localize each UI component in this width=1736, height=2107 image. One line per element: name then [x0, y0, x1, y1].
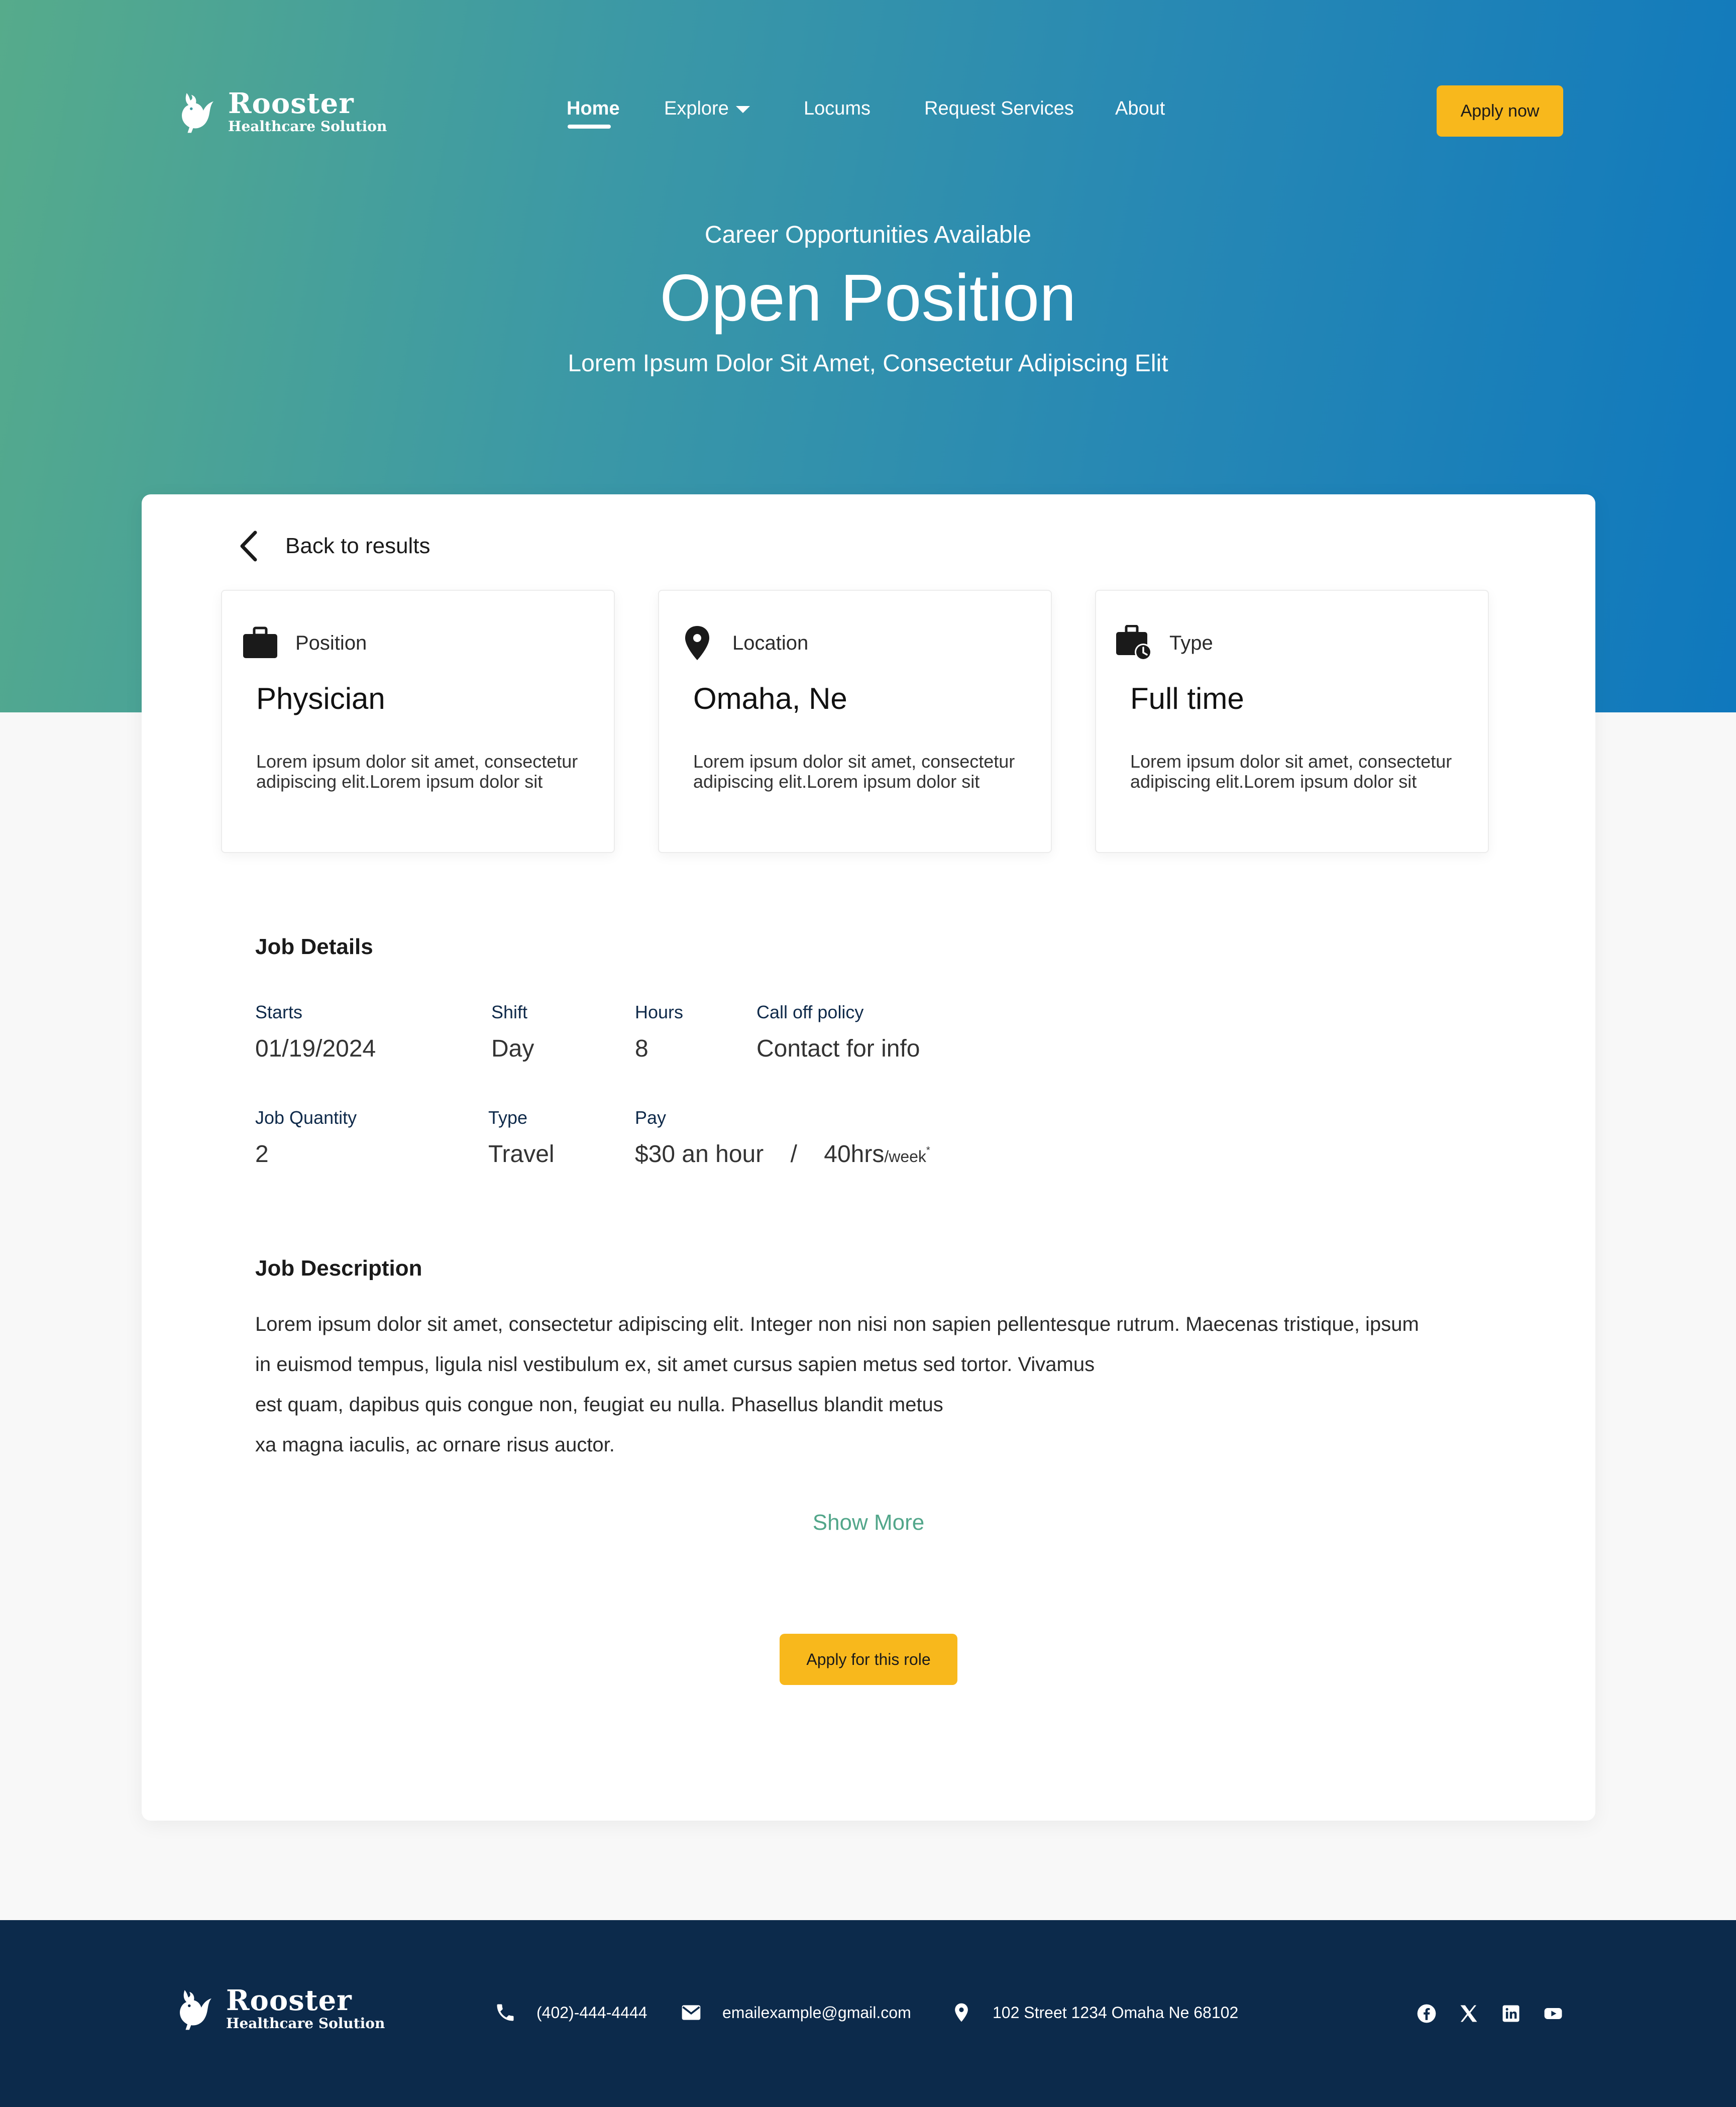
description-line: in euismod tempus, ligula nisl vestibulu…: [255, 1353, 1095, 1376]
job-description-title: Job Description: [255, 1256, 422, 1281]
pay-separator: /: [790, 1141, 797, 1168]
position-desc: Lorem ipsum dolor sit amet, consectetur …: [256, 751, 578, 792]
job-details-title: Job Details: [255, 934, 373, 959]
job-type-value: Travel: [488, 1141, 555, 1168]
chevron-down-icon: [735, 106, 750, 113]
x-icon[interactable]: [1458, 2003, 1480, 2025]
starts-value: 01/19/2024: [255, 1035, 376, 1062]
call-off-policy-value: Contact for info: [756, 1035, 920, 1062]
position-card: Position Physician Lorem ipsum dolor sit…: [221, 590, 615, 853]
location-desc: Lorem ipsum dolor sit amet, consectetur …: [693, 751, 1015, 792]
facebook-icon[interactable]: [1416, 2003, 1438, 2025]
youtube-icon[interactable]: [1542, 2003, 1564, 2025]
back-label: Back to results: [285, 534, 430, 558]
hero-subtitle: Lorem Ipsum Dolor Sit Amet, Consectetur …: [568, 350, 1168, 377]
show-more-label: Show More: [812, 1510, 925, 1535]
footer-brand-tagline: Healthcare Solution: [226, 2015, 385, 2032]
chevron-left-icon: [240, 531, 257, 562]
hero-kicker: Career Opportunities Available: [704, 222, 1032, 248]
street-address: 102 Street 1234 Omaha Ne 68102: [993, 2003, 1239, 2022]
apply-for-role-button[interactable]: Apply for this role: [780, 1634, 957, 1685]
email-icon: [682, 2005, 701, 2020]
starts-label: Starts: [255, 1002, 303, 1022]
call-off-policy-label: Call off policy: [756, 1002, 864, 1022]
nav-explore-label: Explore: [664, 98, 729, 119]
back-to-results-link[interactable]: Back to results: [237, 530, 430, 563]
type-desc: Lorem ipsum dolor sit amet, consectetur …: [1130, 751, 1452, 792]
nav-about[interactable]: About: [1115, 98, 1165, 120]
linkedin-icon[interactable]: [1500, 2003, 1522, 2025]
nav-home[interactable]: Home: [567, 98, 620, 120]
footer-brand-name: Rooster: [226, 1984, 352, 2017]
phone-number: (402)-444-4444: [536, 2003, 647, 2022]
pay-value: $30 an hour / 40hrs/week*: [635, 1140, 930, 1168]
job-type-label: Type: [488, 1107, 528, 1128]
shift-value: Day: [491, 1035, 534, 1062]
email-address: emailexample@gmail.com: [722, 2003, 911, 2022]
nav-explore[interactable]: Explore: [664, 98, 750, 120]
nav-locums[interactable]: Locums: [804, 98, 871, 120]
description-line: est quam, dapibus quis congue non, feugi…: [255, 1394, 943, 1416]
footer-phone[interactable]: (402)-444-4444: [494, 2001, 647, 2024]
type-card: Type Full time Lorem ipsum dolor sit ame…: [1095, 590, 1489, 853]
site-footer: Rooster Healthcare Solution (402)-444-44…: [0, 1920, 1736, 2107]
phone-icon: [497, 2004, 514, 2021]
pay-label: Pay: [635, 1107, 667, 1128]
location-pin-icon: [955, 2003, 968, 2022]
pay-hours: 40hrs: [824, 1141, 885, 1168]
apply-now-button[interactable]: Apply now: [1437, 85, 1563, 137]
pay-footnote-mark: *: [926, 1145, 930, 1156]
briefcase-icon: [243, 626, 277, 658]
briefcase-clock-icon: [1116, 625, 1152, 661]
page-title: Open Position: [660, 261, 1076, 335]
nav-active-indicator: [568, 125, 611, 129]
footer-logo[interactable]: Rooster Healthcare Solution: [171, 1985, 385, 2032]
location-label: Location: [732, 631, 809, 654]
description-line: xa magna iaculis, ac ornare risus auctor…: [255, 1434, 615, 1456]
location-pin-icon: [685, 626, 709, 660]
position-value: Physician: [256, 682, 385, 715]
rooster-logo-icon: [180, 1990, 211, 2030]
job-quantity-value: 2: [255, 1141, 269, 1168]
location-value: Omaha, Ne: [693, 682, 847, 715]
nav-request-services[interactable]: Request Services: [924, 98, 1074, 120]
footer-address[interactable]: 102 Street 1234 Omaha Ne 68102: [950, 2001, 1238, 2024]
location-card: Location Omaha, Ne Lorem ipsum dolor sit…: [658, 590, 1052, 853]
show-more-link[interactable]: Show More: [142, 1510, 1595, 1535]
type-label: Type: [1169, 631, 1213, 654]
hours-value: 8: [635, 1035, 648, 1062]
job-card: Back to results Position Physician Lorem…: [142, 494, 1595, 1821]
description-line: Lorem ipsum dolor sit amet, consectetur …: [255, 1313, 1419, 1335]
pay-rate: $30 an hour: [635, 1141, 764, 1168]
pay-unit: /week: [884, 1147, 926, 1166]
hours-label: Hours: [635, 1002, 684, 1022]
shift-label: Shift: [491, 1002, 528, 1022]
job-quantity-label: Job Quantity: [255, 1107, 357, 1128]
position-label: Position: [295, 631, 367, 654]
footer-email[interactable]: emailexample@gmail.com: [680, 2001, 911, 2024]
type-value: Full time: [1130, 682, 1244, 715]
